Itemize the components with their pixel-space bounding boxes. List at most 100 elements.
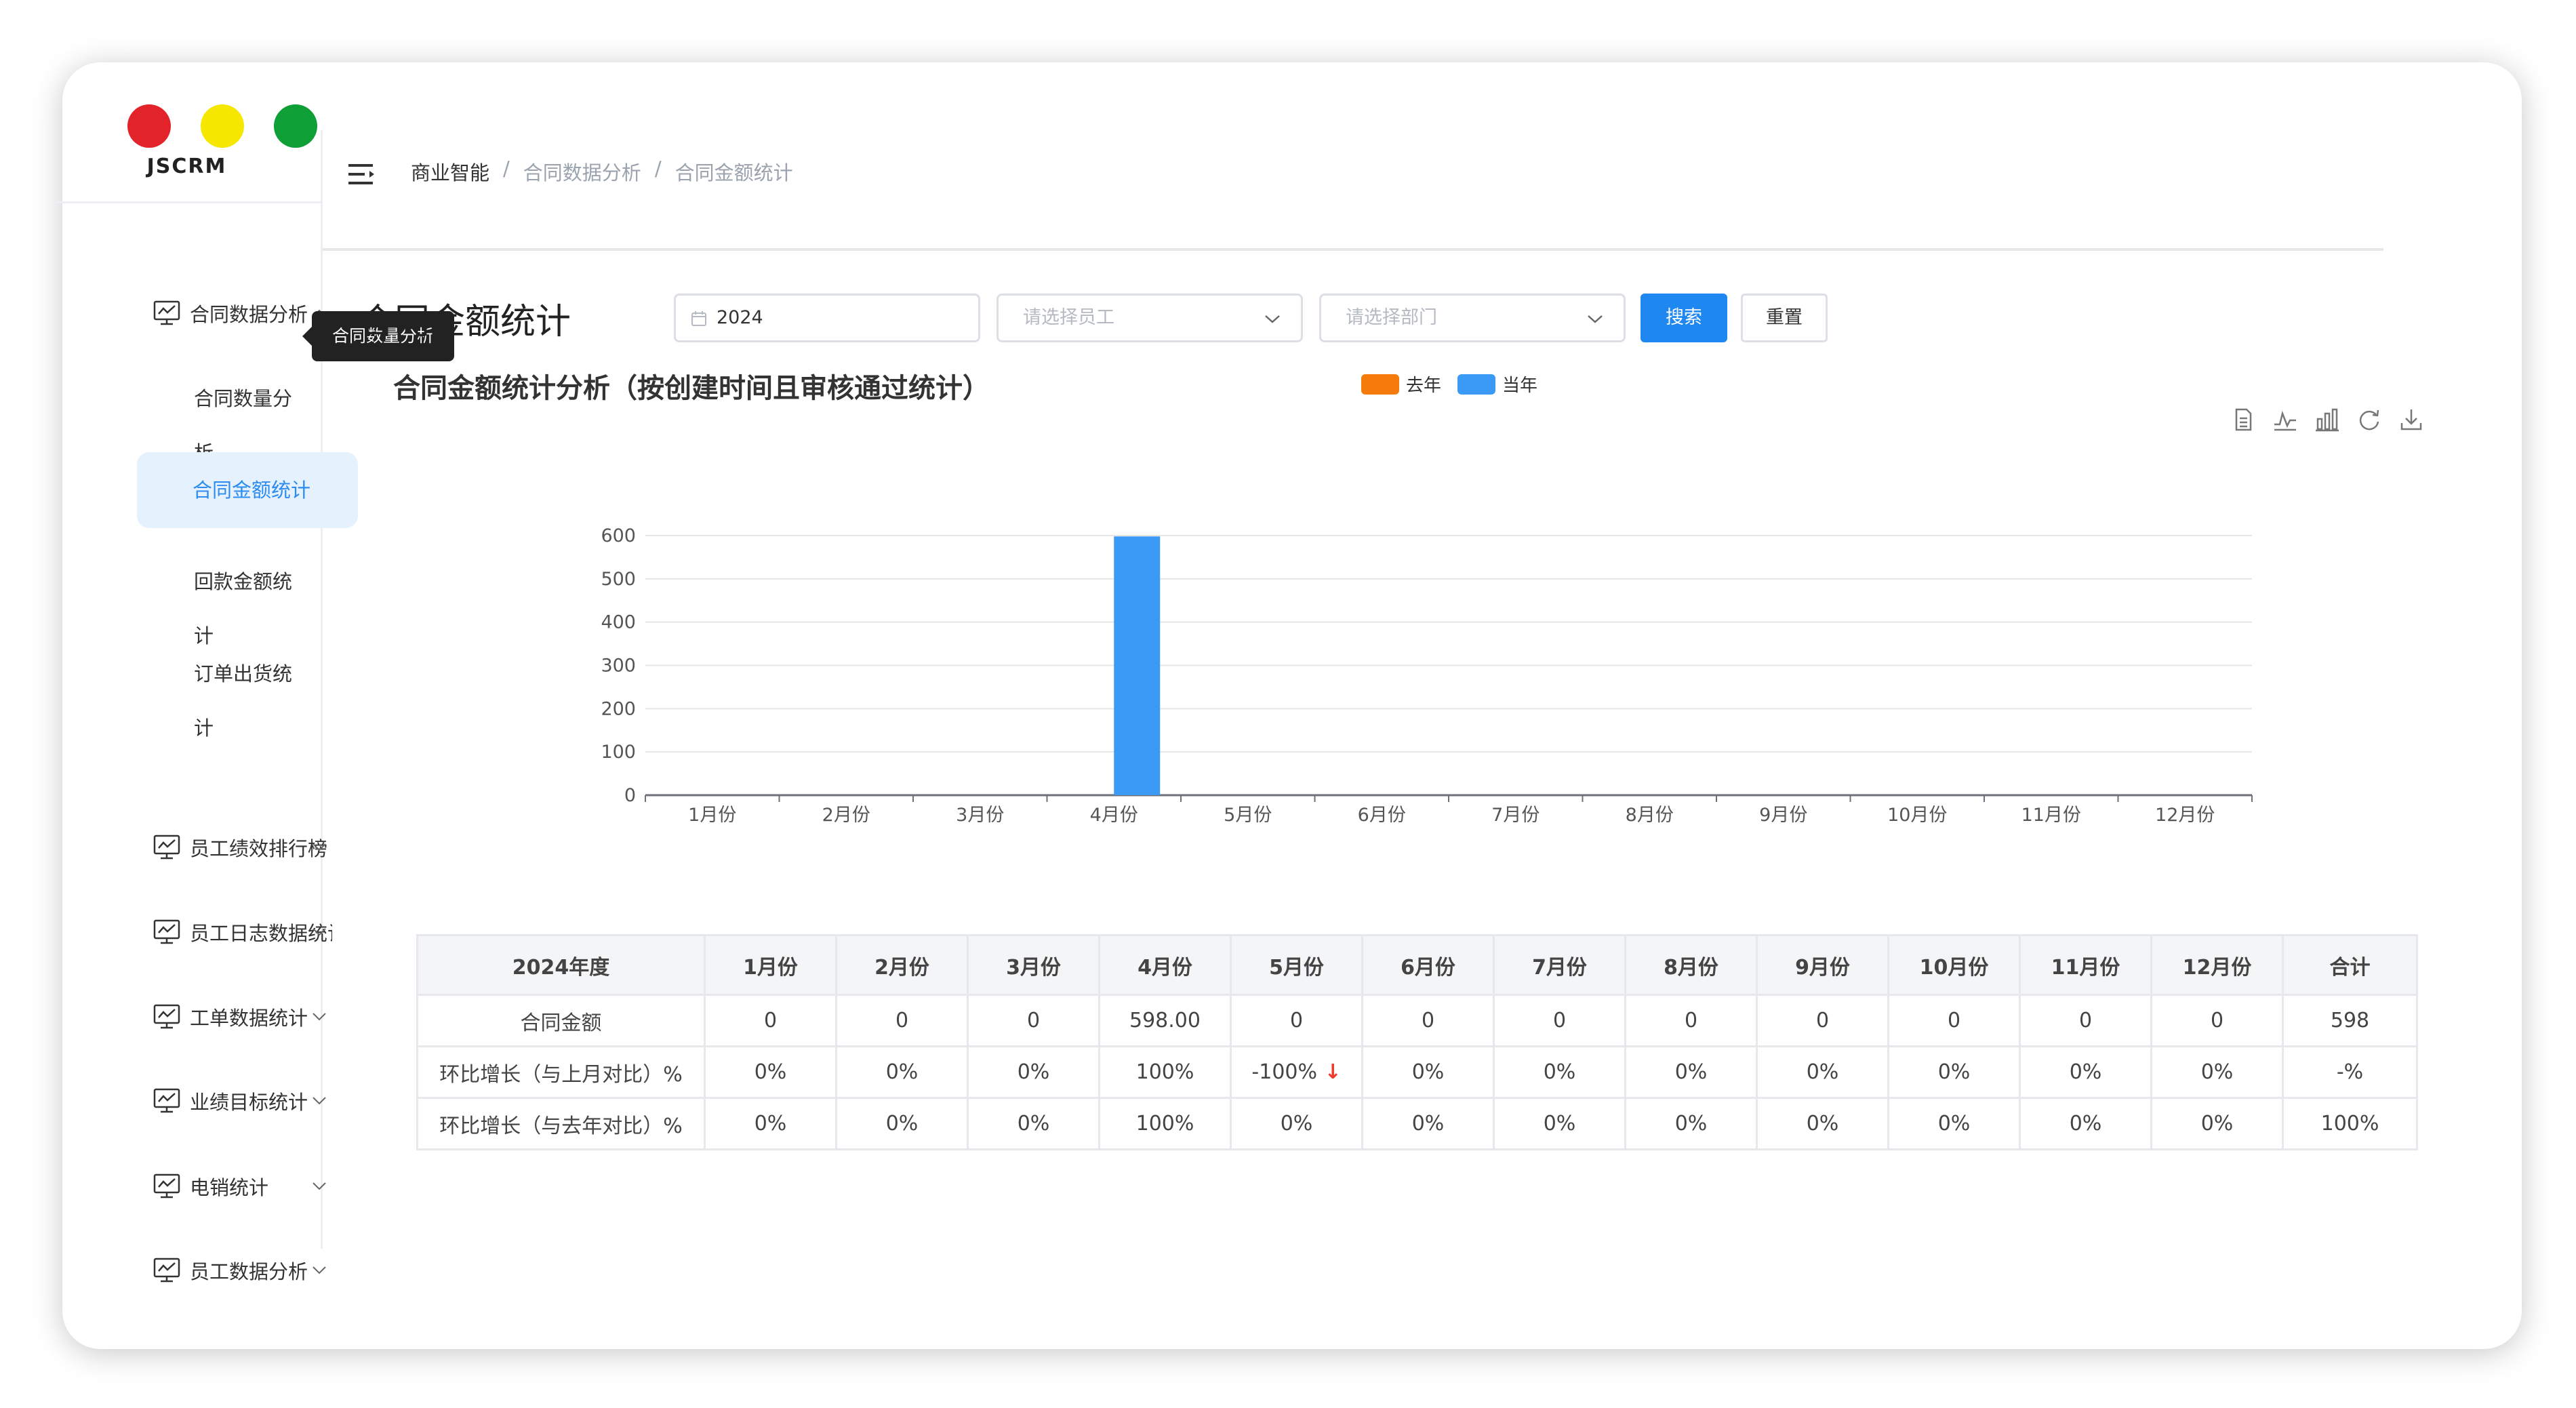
chevron-down-icon <box>1265 315 1280 323</box>
sidebar-group-label: 工单数据统计 <box>190 1007 308 1030</box>
cell-value: 0% <box>1017 1060 1050 1084</box>
legend-label-last-year[interactable]: 去年 <box>1406 371 1441 397</box>
cell-value: 0% <box>2200 1060 2234 1084</box>
sidebar-group-label: 合同数据分析 <box>190 303 308 326</box>
table-header-cell: 5月份 <box>1230 934 1363 996</box>
menu-toggle-icon[interactable] <box>348 163 376 186</box>
table-cell: 598.00 <box>1098 994 1232 1047</box>
table-cell: 0% <box>1493 1097 1626 1150</box>
chevron-down-icon <box>313 1097 326 1105</box>
table-cell: 598 <box>2282 994 2418 1047</box>
sidebar-group-employee-performance[interactable]: 员工绩效排行榜 <box>121 820 351 874</box>
table-header-cell: 4月份 <box>1098 934 1232 996</box>
department-select-placeholder: 请选择部门 <box>1346 307 1437 328</box>
table-cell: 0 <box>1361 994 1495 1047</box>
legend-swatch-this-year[interactable] <box>1457 374 1496 395</box>
reset-button[interactable]: 重置 <box>1741 294 1828 342</box>
search-button[interactable]: 搜索 <box>1641 294 1727 342</box>
table-cell: 0 <box>1624 994 1758 1047</box>
sidebar-group-label: 业绩目标统计 <box>190 1091 308 1114</box>
table-cell: 0% <box>967 1097 1100 1150</box>
line-chart-icon[interactable] <box>2272 407 2298 433</box>
monitor-chart-icon <box>153 1258 180 1283</box>
legend-swatch-last-year[interactable] <box>1361 374 1399 395</box>
table-cell: 0% <box>1624 1097 1758 1150</box>
x-tick-label: 11月份 <box>2021 805 2081 826</box>
sidebar-item-contract-count[interactable]: 合同数量分析 <box>103 371 306 464</box>
bar-chart-icon[interactable] <box>2314 407 2340 433</box>
y-tick-label: 600 <box>601 525 636 546</box>
cell-value: 100% <box>2320 1112 2379 1135</box>
cell-value: 0% <box>1674 1060 1708 1084</box>
chevron-down-icon <box>313 1266 326 1274</box>
x-tick-label: 5月份 <box>1224 805 1272 826</box>
table-cell: 0% <box>835 1045 969 1099</box>
employee-select[interactable]: 请选择员工 <box>997 294 1303 342</box>
department-select[interactable]: 请选择部门 <box>1319 294 1626 342</box>
chevron-down-icon <box>1588 315 1603 323</box>
cell-value: 0 <box>1815 1009 1830 1032</box>
table-cell: 0% <box>704 1097 837 1150</box>
chart-legend: 去年 当年 <box>1361 371 1537 397</box>
cell-value: 100% <box>1135 1112 1194 1135</box>
sidebar-item-order-shipment[interactable]: 订单出货统计 <box>103 647 306 740</box>
breadcrumb-item-bi[interactable]: 商业智能 <box>411 157 489 186</box>
y-tick-label: 200 <box>601 698 636 719</box>
cell-value: 0% <box>2069 1112 2102 1135</box>
table-cell: 0 <box>1493 994 1626 1047</box>
refresh-icon[interactable] <box>2356 407 2382 433</box>
table-cell: 100% <box>2282 1097 2418 1150</box>
cell-value: 0% <box>885 1112 919 1135</box>
x-tick-label: 2月份 <box>822 805 870 826</box>
table-cell: 0% <box>1493 1045 1626 1099</box>
sidebar-group-employee-data[interactable]: 员工数据分析 <box>121 1243 351 1298</box>
sidebar-group-label: 员工日志数据统计 <box>190 922 332 945</box>
chevron-down-icon <box>313 928 326 936</box>
cell-value: 0 <box>1552 1009 1567 1032</box>
sidebar-item-payment-amount[interactable]: 回款金额统计 <box>103 555 306 647</box>
legend-label-this-year[interactable]: 当年 <box>1502 371 1537 397</box>
monitor-chart-icon <box>153 834 180 860</box>
y-tick-label: 100 <box>601 742 636 763</box>
bar-this-year[interactable] <box>1114 536 1161 795</box>
cell-value: 0% <box>1937 1060 1971 1084</box>
data-view-icon[interactable] <box>2230 407 2256 433</box>
table-cell: 0% <box>704 1045 837 1099</box>
cell-value: 0% <box>1280 1112 1313 1135</box>
cell-value: 0 <box>2210 1009 2224 1032</box>
sidebar-group-label: 员工绩效排行榜 <box>190 837 328 860</box>
sidebar-group-employee-log[interactable]: 员工日志数据统计 <box>121 905 351 959</box>
table-row: 合同金额 0 0 0 598.00 0 0 0 0 0 0 0 0 598 <box>416 994 2418 1047</box>
app-window <box>62 62 2522 1349</box>
breadcrumb-separator: / <box>654 157 662 180</box>
download-icon[interactable] <box>2398 407 2424 433</box>
chevron-down-icon <box>313 843 326 851</box>
table-header-row: 2024年度 1月份 2月份 3月份 4月份 5月份 6月份 7月份 8月份 9月份 10月份 11月… <box>416 934 2418 996</box>
sidebar-group-label: 员工数据分析 <box>190 1260 308 1283</box>
breadcrumb-item-contract-analysis[interactable]: 合同数据分析 <box>523 157 641 186</box>
table-cell: 0% <box>2150 1045 2284 1099</box>
table-cell: 0% <box>1230 1097 1363 1150</box>
sidebar-group-work-order[interactable]: 工单数据统计 <box>121 990 351 1044</box>
x-tick-label: 9月份 <box>1759 805 1807 826</box>
table-cell: 0 <box>1887 994 2021 1047</box>
year-picker[interactable]: 2024 <box>674 294 980 342</box>
table-header-cell: 3月份 <box>967 934 1100 996</box>
cell-value: 0 <box>763 1009 778 1032</box>
cell-value: 0% <box>1543 1112 1576 1135</box>
sidebar-group-target[interactable]: 业绩目标统计 <box>121 1074 351 1128</box>
cell-value: 100% <box>1135 1060 1194 1084</box>
table-row: 环比增长（与去年对比）% 0% 0% 0% 100% 0% 0% 0% 0% 0% 0% 0% 0% 10… <box>416 1097 2418 1150</box>
table-cell: 100% <box>1098 1045 1232 1099</box>
table-cell: 0% <box>1361 1097 1495 1150</box>
sidebar-group-telemarketing[interactable]: 电销统计 <box>121 1159 351 1213</box>
cell-value: 598.00 <box>1129 1009 1201 1032</box>
breadcrumb: 商业智能 / 合同数据分析 / 合同金额统计 <box>411 157 793 186</box>
cell-value: 0% <box>2200 1112 2234 1135</box>
cell-value: 0% <box>754 1060 787 1084</box>
cell-value: 0% <box>754 1112 787 1135</box>
x-tick-label: 7月份 <box>1491 805 1539 826</box>
cell-value: 0% <box>1937 1112 1971 1135</box>
table-header-cell: 合计 <box>2282 934 2418 996</box>
sidebar-item-contract-amount[interactable]: 合同金额统计 <box>137 452 358 528</box>
